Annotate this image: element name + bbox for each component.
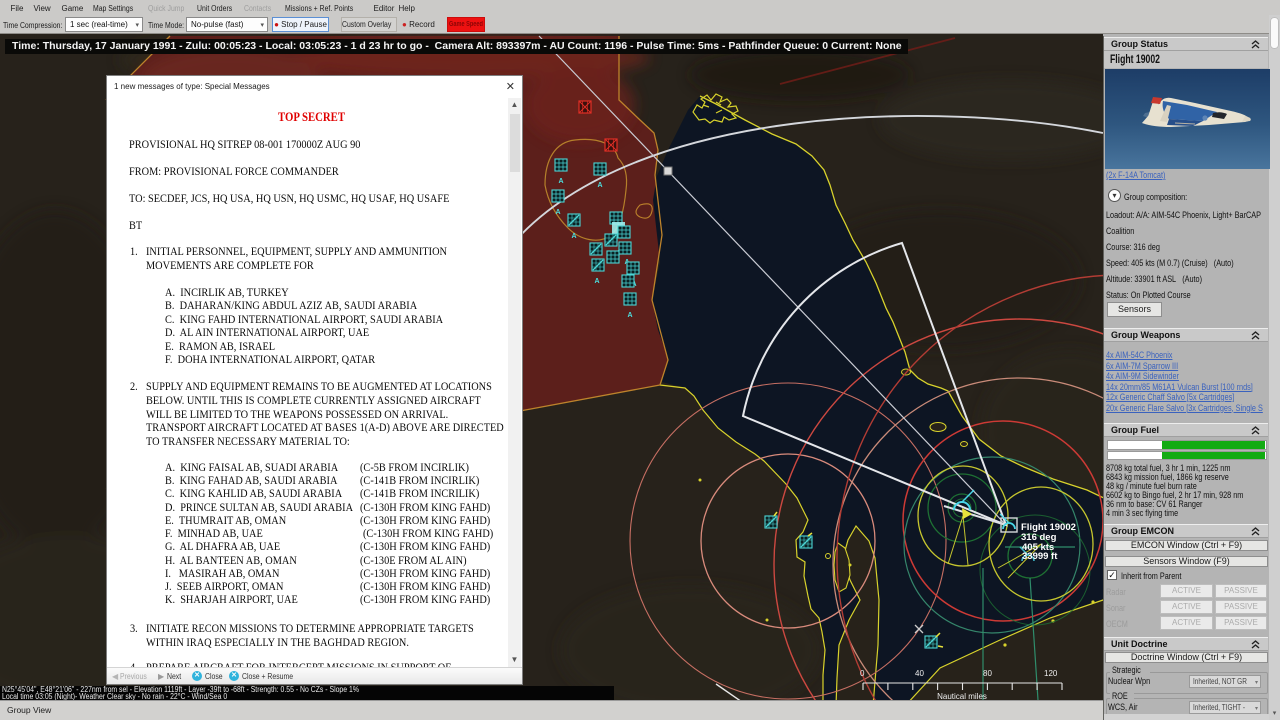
svg-text:Nautical miles: Nautical miles: [937, 692, 987, 700]
svg-text:120: 120: [1044, 669, 1058, 678]
svg-text:A: A: [627, 312, 632, 319]
svg-text:A: A: [558, 178, 563, 185]
svg-text:0: 0: [860, 669, 865, 678]
svg-text:80: 80: [983, 669, 992, 678]
svg-text:40: 40: [915, 669, 924, 678]
svg-text:A: A: [594, 278, 599, 285]
svg-text:33999 ft: 33999 ft: [1022, 551, 1058, 562]
svg-text:A: A: [597, 182, 602, 189]
svg-text:A: A: [571, 233, 576, 240]
svg-text:A: A: [555, 209, 560, 216]
